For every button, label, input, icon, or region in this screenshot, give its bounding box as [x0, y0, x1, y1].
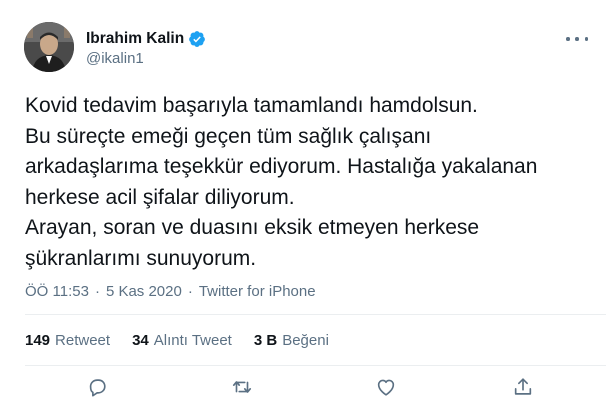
- tweet-card: Ibrahim Kalin @ikalin1 Kovid tedavim baş…: [0, 0, 606, 414]
- retweet-label: Retweet: [55, 332, 111, 349]
- more-options-icon[interactable]: [566, 32, 588, 46]
- meta-separator: ·: [187, 283, 193, 300]
- tweet-line: Bu süreçte emeği geçen tüm sağlık çalışa…: [25, 124, 432, 148]
- retweet-stat[interactable]: 149 Retweet: [25, 332, 110, 349]
- meta-separator: ·: [94, 283, 100, 300]
- tweet-stats: 149 Retweet 34 Alıntı Tweet 3 B Beğeni: [25, 332, 329, 349]
- tweet-date[interactable]: 5 Kas 2020: [106, 283, 182, 300]
- tweet-line: şükranlarımı sunuyorum.: [25, 246, 257, 270]
- verified-badge-icon: [189, 31, 206, 47]
- author-name[interactable]: Ibrahim Kalin: [86, 30, 206, 48]
- like-stat[interactable]: 3 B Beğeni: [254, 332, 329, 349]
- retweet-icon: [232, 381, 252, 393]
- author-name-text[interactable]: Ibrahim Kalin: [86, 30, 184, 48]
- quote-count: 34: [132, 332, 149, 349]
- retweet-count: 149: [25, 332, 51, 349]
- like-icon: [377, 379, 395, 396]
- tweet-time[interactable]: ÖÖ 11:53: [25, 283, 89, 300]
- reply-icon: [89, 379, 106, 397]
- share-button[interactable]: [512, 376, 536, 400]
- tweet-text: Kovid tedavim başarıyla tamamlandı hamdo…: [25, 91, 595, 274]
- quote-stat[interactable]: 34 Alıntı Tweet: [132, 332, 232, 349]
- author-handle[interactable]: @ikalin1: [86, 50, 144, 67]
- retweet-button[interactable]: [231, 376, 255, 400]
- avatar[interactable]: [24, 22, 74, 72]
- share-icon: [514, 378, 532, 395]
- divider: [25, 314, 606, 315]
- action-bar: [0, 376, 606, 404]
- like-label: Beğeni: [282, 332, 329, 349]
- like-button[interactable]: [375, 376, 399, 400]
- reply-button[interactable]: [86, 376, 110, 400]
- tweet-line: herkese acil şifalar diliyorum.: [25, 185, 295, 209]
- tweet-line: Kovid tedavim başarıyla tamamlandı hamdo…: [25, 94, 478, 117]
- tweet-meta: ÖÖ 11:53 · 5 Kas 2020 · Twitter for iPho…: [25, 283, 316, 300]
- tweet-source[interactable]: Twitter for iPhone: [199, 283, 316, 300]
- like-count: 3 B: [253, 332, 278, 349]
- quote-label: Alıntı Tweet: [153, 332, 232, 349]
- tweet-line: arkadaşlarıma teşekkür ediyorum. Hastalı…: [25, 155, 538, 178]
- divider: [25, 365, 606, 366]
- tweet-line: Arayan, soran ve duasını eksik etmeyen h…: [25, 216, 480, 239]
